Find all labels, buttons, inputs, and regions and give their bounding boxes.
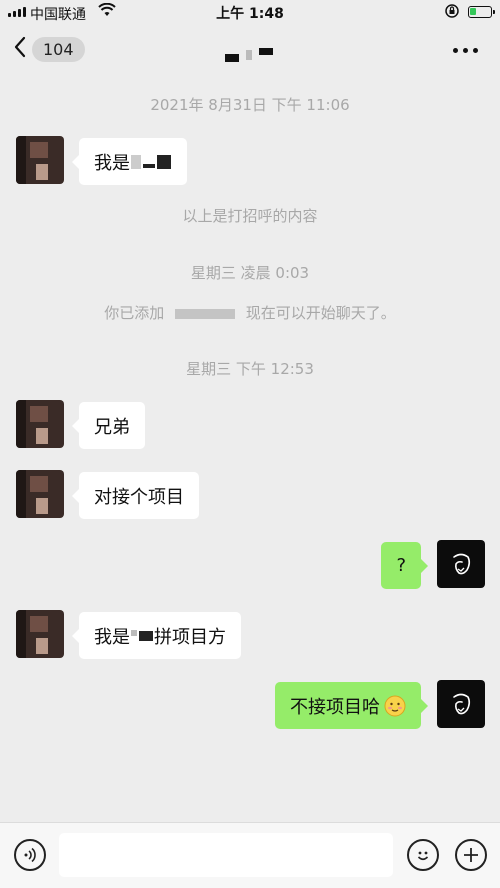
status-bar: 中国联通 上午 1:48 — [0, 0, 500, 26]
message-bubble-self[interactable]: ? — [381, 542, 428, 589]
message-row: 兄弟 — [0, 400, 500, 452]
emoji-button[interactable] — [407, 839, 439, 871]
blushing-emoji-icon — [384, 695, 406, 717]
timestamp: 星期三 下午 12:53 — [186, 360, 314, 378]
my-avatar[interactable] — [437, 680, 485, 728]
voice-icon — [24, 847, 36, 863]
plus-icon — [464, 848, 478, 862]
chat-title-redacted — [225, 44, 273, 62]
message-bubble[interactable]: 我是 拼项目方 — [72, 612, 241, 659]
back-button[interactable]: 104 — [14, 36, 85, 62]
timestamp: 星期三 凌晨 0:03 — [190, 264, 310, 282]
my-avatar[interactable] — [437, 540, 485, 588]
chat-area[interactable]: 2021年 8月31日 下午 11:06 我是 以上是打招呼的内容 星期三 凌晨… — [0, 76, 500, 822]
lock-rotation-icon — [444, 3, 460, 23]
plus-button[interactable] — [455, 839, 487, 871]
message-row: ? — [0, 540, 500, 592]
message-row: 不接项目哈 — [0, 680, 500, 732]
more-options-button[interactable] — [453, 48, 478, 53]
voice-button[interactable] — [14, 839, 46, 871]
message-bubble[interactable]: 兄弟 — [72, 402, 145, 449]
clock: 上午 1:48 — [216, 6, 284, 22]
battery-icon — [468, 6, 495, 18]
message-row: 对接个项目 — [0, 470, 500, 522]
emoji-icon — [417, 851, 429, 861]
message-row: 我是 拼项目方 — [0, 610, 500, 662]
lion-logo-icon — [453, 553, 471, 575]
message-bubble[interactable]: 对接个项目 — [72, 472, 199, 519]
friend-avatar[interactable] — [16, 136, 64, 184]
system-notice: 你已添加 现在可以开始聊天了。 — [104, 304, 396, 322]
message-bubble-self[interactable]: 不接项目哈 — [275, 682, 428, 729]
message-bubble[interactable]: 我是 — [72, 138, 187, 185]
message-row: 我是 — [0, 136, 500, 188]
system-notice: 以上是打招呼的内容 — [182, 207, 318, 225]
message-input[interactable] — [59, 833, 393, 877]
back-chevron-icon — [14, 36, 26, 62]
timestamp: 2021年 8月31日 下午 11:06 — [150, 96, 350, 114]
unread-count: 104 — [32, 36, 85, 62]
friend-avatar[interactable] — [16, 610, 64, 658]
nav-bar: 104 — [0, 26, 500, 76]
friend-avatar[interactable] — [16, 400, 64, 448]
more-icon — [453, 48, 458, 53]
input-bar — [0, 822, 500, 888]
friend-avatar[interactable] — [16, 470, 64, 518]
